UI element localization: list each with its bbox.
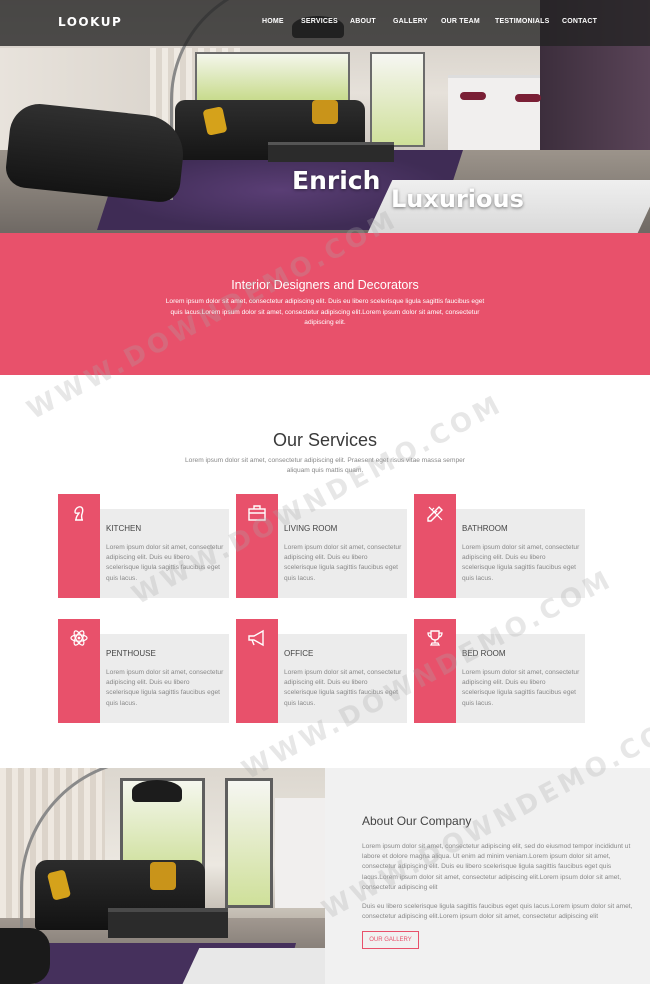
service-card-kitchen[interactable]: KITCHEN Lorem ipsum dolor sit amet, cons… (58, 494, 229, 598)
service-name: BATHROOM (462, 524, 508, 533)
service-name: LIVING ROOM (284, 524, 338, 533)
trophy-icon (427, 630, 443, 646)
atom-icon (70, 630, 88, 646)
nav-home[interactable]: HOME (262, 18, 284, 25)
about-title: About Our Company (362, 814, 472, 828)
nav-testimonials[interactable]: TESTIMONIALS (495, 18, 550, 25)
service-desc: Lorem ipsum dolor sit amet, consectetur … (462, 669, 580, 707)
pencil-ruler-icon (427, 506, 443, 522)
service-name: KITCHEN (106, 524, 142, 533)
service-card-office[interactable]: OFFICE Lorem ipsum dolor sit amet, conse… (236, 619, 407, 723)
about-paragraph-1: Lorem ipsum dolor sit amet, consectetur … (362, 843, 631, 891)
service-desc: Lorem ipsum dolor sit amet, consectetur … (462, 544, 580, 582)
intro-text: Lorem ipsum dolor sit amet, consectetur … (165, 298, 485, 326)
nav-services[interactable]: SERVICES (301, 18, 338, 25)
service-card-bed-room[interactable]: BED ROOM Lorem ipsum dolor sit amet, con… (414, 619, 585, 723)
about-image (0, 768, 325, 984)
nav-about[interactable]: ABOUT (350, 18, 376, 25)
service-desc: Lorem ipsum dolor sit amet, consectetur … (284, 669, 402, 707)
service-name: PENTHOUSE (106, 649, 156, 658)
service-card-living-room[interactable]: LIVING ROOM Lorem ipsum dolor sit amet, … (236, 494, 407, 598)
hero-title-luxurious: Luxurious (391, 185, 524, 213)
top-navbar: LOOKUP HOME SERVICES ABOUT GALLERY OUR T… (0, 0, 650, 46)
service-desc: Lorem ipsum dolor sit amet, consectetur … (106, 544, 224, 582)
main-nav: HOME SERVICES ABOUT GALLERY OUR TEAM TES… (0, 18, 650, 30)
intro-title: Interior Designers and Decorators (231, 278, 419, 292)
briefcase-icon (248, 505, 266, 521)
megaphone-icon (248, 629, 264, 647)
nav-gallery[interactable]: GALLERY (393, 18, 428, 25)
our-gallery-button[interactable]: OUR GALLERY (362, 931, 419, 949)
service-desc: Lorem ipsum dolor sit amet, consectetur … (106, 669, 224, 707)
hero-title-enrich: Enrich (292, 166, 381, 195)
nav-our-team[interactable]: OUR TEAM (441, 18, 480, 25)
service-desc: Lorem ipsum dolor sit amet, consectetur … (284, 544, 402, 582)
service-name: OFFICE (284, 649, 314, 658)
services-subtitle: Lorem ipsum dolor sit amet, consectetur … (185, 457, 465, 474)
nav-contact[interactable]: CONTACT (562, 18, 597, 25)
service-card-bathroom[interactable]: BATHROOM Lorem ipsum dolor sit amet, con… (414, 494, 585, 598)
service-name: BED ROOM (462, 649, 506, 658)
chess-knight-icon (74, 506, 84, 521)
about-paragraph-2: Duis eu libero scelerisque ligula sagitt… (362, 903, 633, 921)
services-title: Our Services (272, 430, 378, 450)
service-card-penthouse[interactable]: PENTHOUSE Lorem ipsum dolor sit amet, co… (58, 619, 229, 723)
